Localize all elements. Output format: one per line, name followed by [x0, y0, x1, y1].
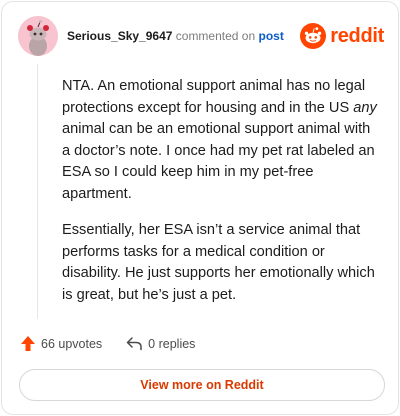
comment-meta: Serious_Sky_9647 commented on post: [67, 29, 284, 43]
avatar-snoo-icon: [18, 16, 58, 56]
emphasis-text: any: [353, 99, 377, 116]
replies-label: 0 replies: [148, 336, 196, 351]
post-link[interactable]: post: [259, 29, 284, 43]
embedded-comment-card: Serious_Sky_9647 commented on post reddi…: [1, 1, 399, 415]
reply-arrow-icon: [126, 337, 142, 351]
comment-header: Serious_Sky_9647 commented on post reddi…: [18, 16, 384, 56]
upvote-count[interactable]: 66 upvotes: [20, 335, 102, 352]
comment-actions: 66 upvotes 0 replies: [20, 335, 219, 352]
view-more-button[interactable]: View more on Reddit: [19, 369, 385, 401]
comment-paragraph: Essentially, her ESA isn’t a service ani…: [62, 222, 375, 303]
upvote-arrow-icon: [21, 336, 35, 351]
reddit-logo[interactable]: reddit: [300, 23, 384, 49]
action-text: commented on: [175, 29, 256, 43]
upvotes-label: 66 upvotes: [41, 336, 103, 351]
user-avatar[interactable]: [18, 16, 58, 56]
paragraph-text: animal can be an emotional support anima…: [62, 121, 375, 202]
thread-line: [37, 64, 38, 319]
reply-count[interactable]: 0 replies: [126, 336, 195, 351]
reddit-wordmark: reddit: [330, 24, 384, 47]
paragraph-text: NTA. An emotional support animal has no …: [62, 78, 366, 116]
comment-body: NTA. An emotional support animal has no …: [62, 76, 382, 321]
comment-paragraph: NTA. An emotional support animal has no …: [62, 76, 382, 205]
reddit-logo-icon: [300, 23, 327, 49]
author-link[interactable]: Serious_Sky_9647: [67, 29, 172, 43]
